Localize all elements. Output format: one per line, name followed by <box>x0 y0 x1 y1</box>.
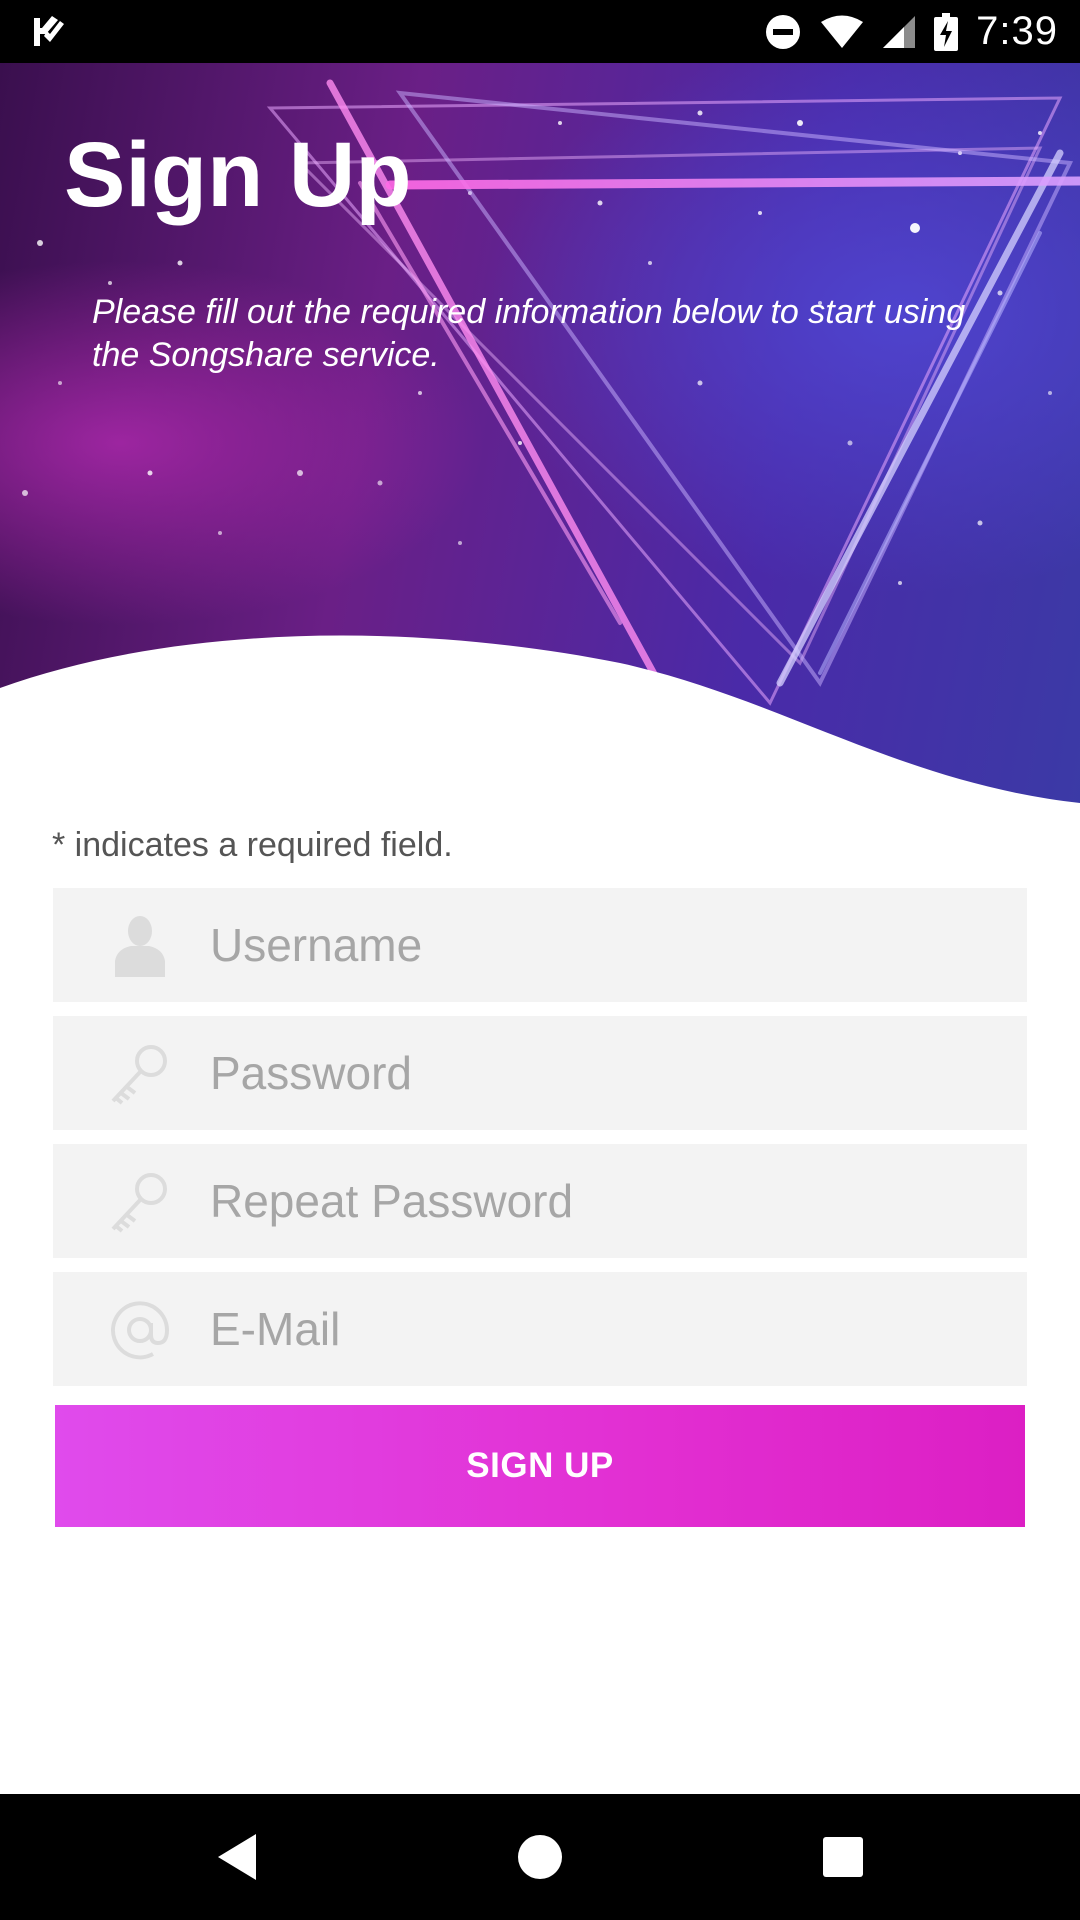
clock: 7:39 <box>976 9 1058 53</box>
cell-signal-icon <box>883 15 916 48</box>
battery-charging-icon <box>934 12 959 51</box>
username-input[interactable] <box>210 888 990 1002</box>
page-subtitle: Please fill out the required information… <box>92 293 966 374</box>
sign-up-button[interactable]: SIGN UP <box>55 1405 1025 1527</box>
hero-banner: Sign Up Please fill out the required inf… <box>0 63 1080 823</box>
status-icons: 7:39 <box>764 0 1058 63</box>
key-icon <box>111 1045 167 1105</box>
do-not-disturb-icon <box>766 14 801 49</box>
key-icon <box>111 1173 167 1233</box>
email-input[interactable] <box>210 1272 990 1386</box>
password-input[interactable] <box>210 1016 990 1130</box>
home-icon[interactable] <box>507 1824 573 1890</box>
at-sign-icon <box>111 1301 170 1360</box>
status-bar: 7:39 <box>0 0 1080 63</box>
repeat-password-input[interactable] <box>210 1144 990 1258</box>
required-field-note: * indicates a required field. <box>52 826 453 864</box>
password-field[interactable] <box>53 1016 1027 1130</box>
back-icon[interactable] <box>204 1824 270 1890</box>
user-icon <box>115 916 165 977</box>
wifi-icon <box>821 15 864 48</box>
repeat-password-field[interactable] <box>53 1144 1027 1258</box>
navigation-bar <box>0 1794 1080 1920</box>
page-title: Sign Up <box>64 124 412 226</box>
username-field[interactable] <box>53 888 1027 1002</box>
check-flag-icon <box>34 16 64 46</box>
email-field[interactable] <box>53 1272 1027 1386</box>
recents-icon[interactable] <box>810 1824 876 1890</box>
